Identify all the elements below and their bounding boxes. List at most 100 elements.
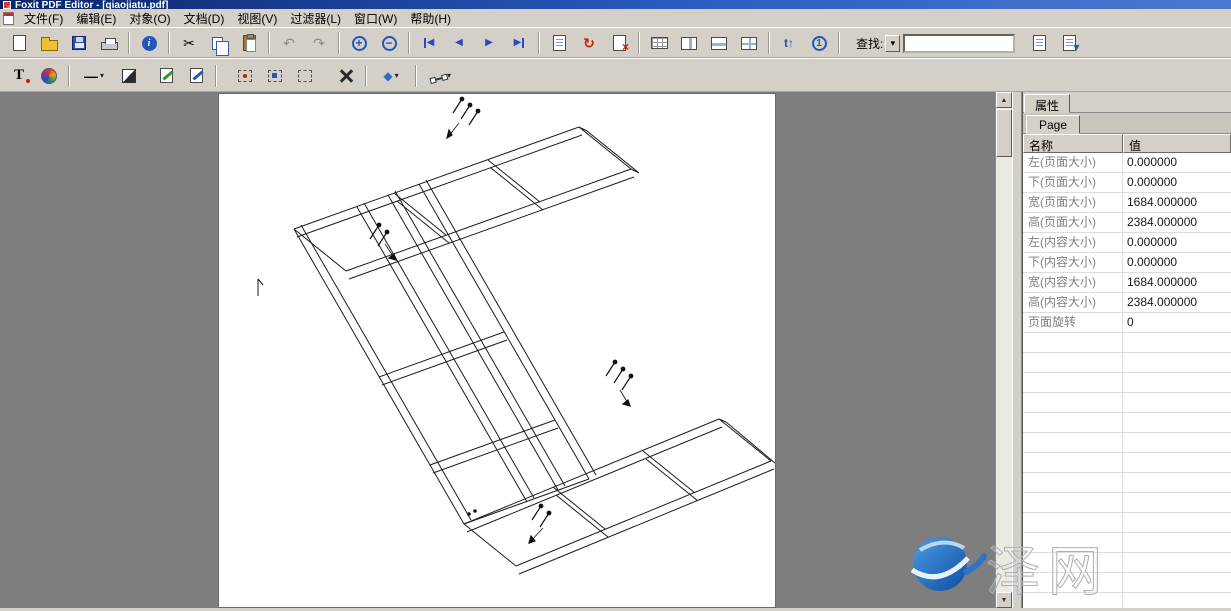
first-page-button[interactable]: ◀ bbox=[415, 30, 443, 56]
document-canvas[interactable] bbox=[0, 92, 995, 608]
document-info-button[interactable]: i bbox=[135, 30, 163, 56]
find-options-dropdown[interactable]: ▾ bbox=[885, 35, 900, 52]
split-vertical-icon bbox=[681, 37, 697, 50]
document-icon[interactable] bbox=[3, 12, 14, 25]
page-icon bbox=[553, 35, 566, 51]
find-in-document-button[interactable] bbox=[1025, 30, 1053, 56]
undo-button[interactable]: ↶ bbox=[275, 30, 303, 56]
menu-object[interactable]: 对象(O) bbox=[123, 9, 176, 28]
properties-grid: 左(页面大小)0.000000 下(页面大小)0.000000 宽(页面大小)1… bbox=[1023, 153, 1231, 608]
multi-select-button[interactable] bbox=[261, 63, 289, 89]
vertical-scrollbar[interactable]: ▲ ▼ bbox=[995, 92, 1012, 608]
path-edit-button[interactable]: ▾ bbox=[422, 63, 460, 89]
edit-form-button[interactable] bbox=[182, 63, 210, 89]
tools-icon bbox=[338, 68, 354, 84]
table-row[interactable]: 高(页面大小)2384.000000 bbox=[1023, 213, 1231, 233]
zoom-out-button[interactable]: − bbox=[375, 30, 403, 56]
menu-view[interactable]: 视图(V) bbox=[231, 9, 283, 28]
table-row[interactable]: 页面旋转0 bbox=[1023, 313, 1231, 333]
table-row[interactable]: 左(内容大小)0.000000 bbox=[1023, 233, 1231, 253]
table-row[interactable]: 宽(页面大小)1684.000000 bbox=[1023, 193, 1231, 213]
table-row[interactable]: 左(页面大小)0.000000 bbox=[1023, 153, 1231, 173]
zoom-in-button[interactable]: + bbox=[345, 30, 373, 56]
transform-button[interactable] bbox=[291, 63, 319, 89]
redo-button[interactable]: ↷ bbox=[305, 30, 333, 56]
next-page-icon: ▶ bbox=[485, 38, 493, 48]
zoom-out-icon: − bbox=[382, 36, 397, 51]
menu-bar: 文件(F) 编辑(E) 对象(O) 文档(D) 视图(V) 过滤器(L) 窗口(… bbox=[0, 9, 1231, 27]
save-file-button[interactable] bbox=[65, 30, 93, 56]
print-button[interactable] bbox=[95, 30, 123, 56]
transform-icon bbox=[298, 70, 312, 82]
color-tool-button[interactable] bbox=[35, 63, 63, 89]
prev-page-icon: ◀ bbox=[455, 38, 463, 48]
menu-help[interactable]: 帮助(H) bbox=[404, 9, 457, 28]
chevron-down-icon: ▾ bbox=[395, 71, 399, 80]
find-input[interactable] bbox=[903, 34, 1015, 53]
edit-object-button[interactable] bbox=[152, 63, 180, 89]
properties-grid-header: 名称 值 bbox=[1023, 134, 1231, 153]
empty-row bbox=[1023, 353, 1231, 373]
fill-tool-button[interactable] bbox=[115, 63, 143, 89]
split-quad-button[interactable] bbox=[735, 30, 763, 56]
prev-page-button[interactable]: ◀ bbox=[445, 30, 473, 56]
column-header-value[interactable]: 值 bbox=[1123, 134, 1231, 153]
new-file-button[interactable] bbox=[5, 30, 33, 56]
find-next-document-button[interactable]: ▾ bbox=[1055, 30, 1083, 56]
tools-button[interactable] bbox=[332, 63, 360, 89]
find-label: 查找: bbox=[856, 35, 883, 52]
redo-icon: ↷ bbox=[313, 36, 325, 50]
text-tool-button[interactable]: T bbox=[5, 63, 33, 89]
search-doc-icon bbox=[1033, 35, 1046, 51]
line-width-tool-button[interactable]: —▾ bbox=[75, 63, 113, 89]
toolbar-separator bbox=[215, 65, 217, 87]
grid-view-button[interactable] bbox=[645, 30, 673, 56]
scroll-up-button[interactable]: ▲ bbox=[996, 92, 1012, 108]
paste-button[interactable] bbox=[235, 30, 263, 56]
empty-row bbox=[1023, 453, 1231, 473]
column-header-name[interactable]: 名称 bbox=[1023, 134, 1123, 153]
menu-document[interactable]: 文档(D) bbox=[178, 9, 231, 28]
delete-page-button[interactable]: × bbox=[605, 30, 633, 56]
grid-icon bbox=[651, 37, 668, 49]
open-file-button[interactable] bbox=[35, 30, 63, 56]
toolbar-separator bbox=[128, 32, 130, 54]
text-cursor-mark bbox=[258, 279, 263, 296]
menu-edit[interactable]: 编辑(E) bbox=[70, 9, 122, 28]
table-row[interactable]: 高(内容大小)2384.000000 bbox=[1023, 293, 1231, 313]
copy-button[interactable] bbox=[205, 30, 233, 56]
page-number-button[interactable]: 1 bbox=[805, 30, 833, 56]
printer-icon bbox=[101, 42, 118, 50]
menu-file[interactable]: 文件(F) bbox=[18, 9, 69, 28]
rotate-page-button[interactable]: ↻ bbox=[575, 30, 603, 56]
table-row[interactable]: 下(内容大小)0.000000 bbox=[1023, 253, 1231, 273]
table-row[interactable]: 宽(内容大小)1684.000000 bbox=[1023, 273, 1231, 293]
next-page-button[interactable]: ▶ bbox=[475, 30, 503, 56]
insert-page-button[interactable] bbox=[545, 30, 573, 56]
circle-one-icon: 1 bbox=[812, 36, 827, 51]
split-horizontal-button[interactable] bbox=[705, 30, 733, 56]
table-row[interactable]: 下(页面大小)0.000000 bbox=[1023, 173, 1231, 193]
last-page-button[interactable]: ▶ bbox=[505, 30, 533, 56]
pdf-page[interactable] bbox=[218, 93, 776, 608]
select-object-button[interactable] bbox=[231, 63, 259, 89]
scrollbar-thumb[interactable] bbox=[996, 109, 1012, 157]
empty-row bbox=[1023, 333, 1231, 353]
properties-tab-bar: Page bbox=[1023, 113, 1231, 134]
edit-form-icon bbox=[190, 68, 203, 83]
toolbar-separator bbox=[538, 32, 540, 54]
menu-window[interactable]: 窗口(W) bbox=[348, 9, 403, 28]
toolbar-tools: T —▾ ◆▾ ▾ bbox=[0, 58, 1231, 92]
split-quad-icon bbox=[741, 37, 757, 50]
scroll-down-button[interactable]: ▼ bbox=[996, 592, 1012, 608]
split-vertical-button[interactable] bbox=[675, 30, 703, 56]
node-edit-button[interactable]: ◆▾ bbox=[372, 63, 410, 89]
tab-page[interactable]: Page bbox=[1026, 115, 1080, 134]
panel-splitter[interactable] bbox=[1012, 92, 1022, 608]
properties-panel-title[interactable]: 属性 bbox=[1024, 94, 1070, 113]
text-extract-button[interactable]: t↑ bbox=[775, 30, 803, 56]
cut-button[interactable]: ✂ bbox=[175, 30, 203, 56]
menu-filter[interactable]: 过滤器(L) bbox=[284, 9, 347, 28]
scroll-up-icon: ▲ bbox=[1001, 97, 1008, 104]
text-tool-icon: T bbox=[14, 67, 24, 84]
